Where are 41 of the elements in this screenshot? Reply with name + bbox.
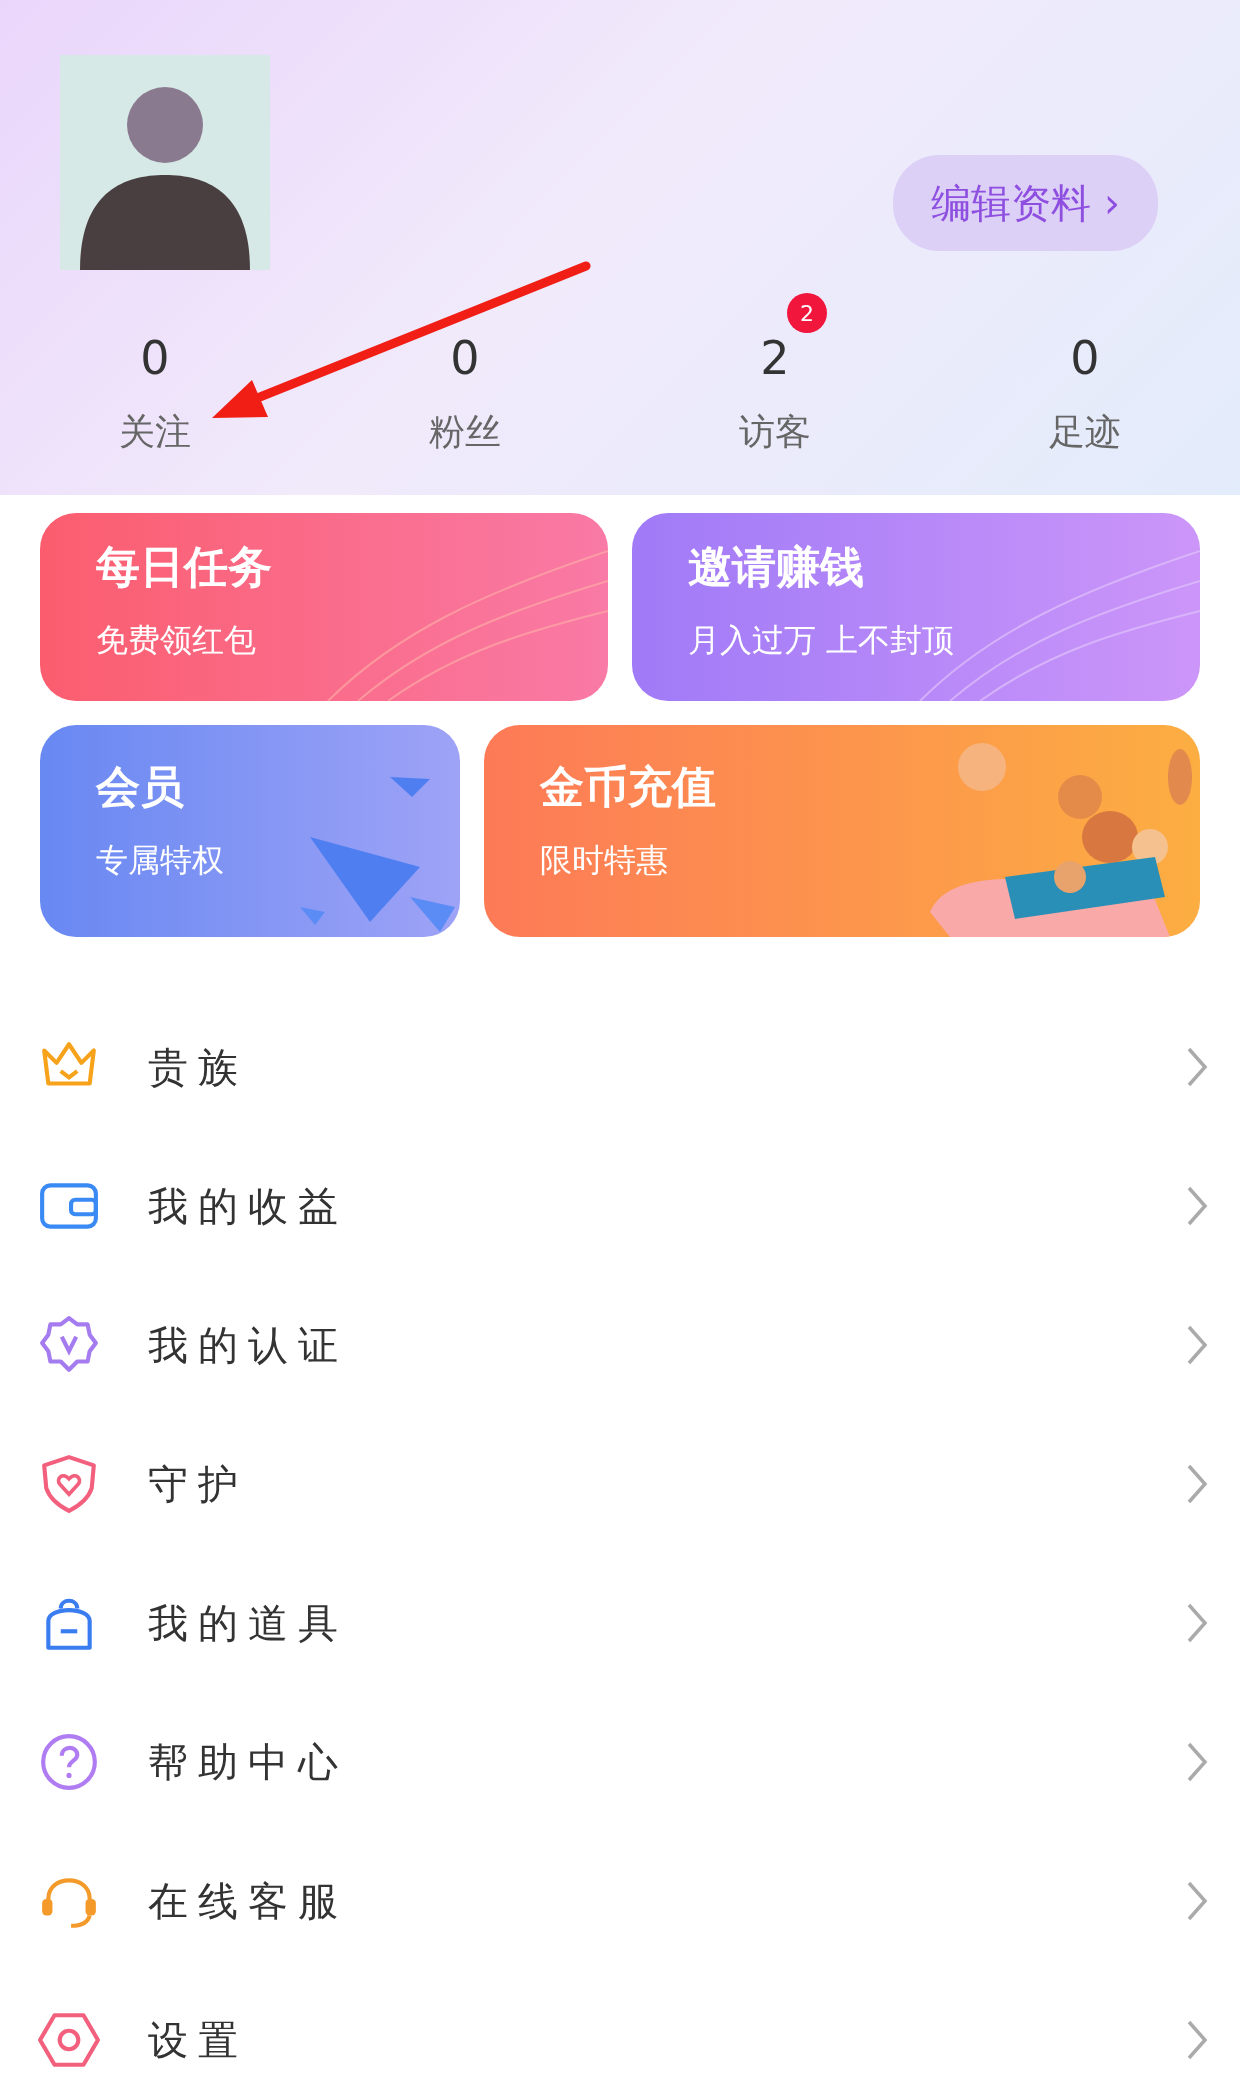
menu-label: 我的收益 <box>148 1181 348 1231</box>
card-title: 每日任务 <box>96 541 273 594</box>
menu-item[interactable]: 帮助中心 <box>0 1692 1240 1831</box>
menu-item[interactable]: 我的道具 <box>0 1553 1240 1692</box>
chevron-right-icon <box>1186 2018 1208 2061</box>
stat-count[interactable]: 2 <box>760 335 790 381</box>
stat-count[interactable]: 0 <box>450 335 480 381</box>
card-subtitle: 免费领红包 <box>96 619 257 661</box>
chevron-right-icon <box>1186 1045 1208 1088</box>
menu-label: 守护 <box>148 1459 248 1509</box>
menu-label: 设置 <box>148 2015 248 2065</box>
menu-label: 我的道具 <box>148 1598 348 1648</box>
menu-item[interactable]: 我的认证 <box>0 1275 1240 1414</box>
card-title: 邀请赚钱 <box>688 541 865 594</box>
chevron-right-icon <box>1186 1323 1208 1366</box>
chevron-right-icon <box>1186 1740 1208 1783</box>
menu-item[interactable]: 我的收益 <box>0 1136 1240 1275</box>
card-title: 金币充值 <box>540 761 717 814</box>
stat-label[interactable]: 访客 <box>739 405 811 459</box>
menu-item[interactable]: 在线客服 <box>0 1831 1240 1970</box>
card-title: 会员 <box>96 761 185 814</box>
stat-label[interactable]: 足迹 <box>1049 405 1121 459</box>
menu-label: 帮助中心 <box>148 1737 348 1787</box>
card-subtitle: 限时特惠 <box>540 839 669 881</box>
card-subtitle: 专属特权 <box>96 839 225 881</box>
chevron-right-icon <box>1186 1462 1208 1505</box>
menu-item[interactable]: 守护 <box>0 1414 1240 1553</box>
chevron-right-icon <box>1186 1184 1208 1227</box>
stat-label[interactable]: 关注 <box>119 405 191 459</box>
stat-count[interactable]: 0 <box>140 335 170 381</box>
menu-label: 我的认证 <box>148 1320 348 1370</box>
menu-item[interactable]: 设置 <box>0 1970 1240 2085</box>
notification-badge: 2 <box>787 293 827 333</box>
stat-label[interactable]: 粉丝 <box>429 405 501 459</box>
menu-label: 贵族 <box>148 1042 248 1092</box>
stat-count[interactable]: 0 <box>1070 335 1100 381</box>
chevron-right-icon <box>1186 1879 1208 1922</box>
menu-label: 在线客服 <box>148 1876 348 1926</box>
menu-item[interactable]: 贵族 <box>0 997 1240 1136</box>
chevron-right-icon <box>1186 1601 1208 1644</box>
card-subtitle: 月入过万 上不封顶 <box>688 619 956 661</box>
